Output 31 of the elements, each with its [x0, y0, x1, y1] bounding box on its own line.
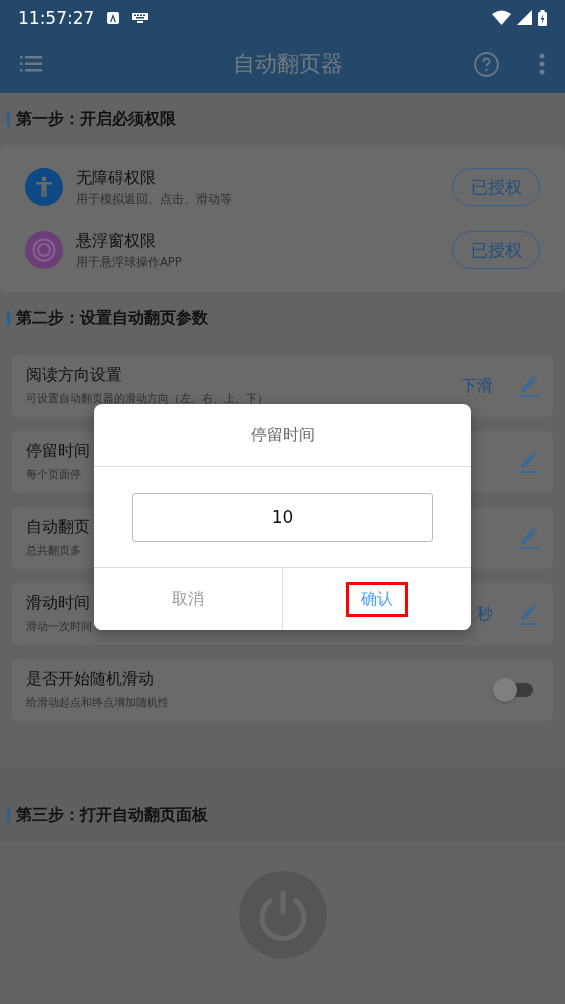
setting-title: 滑动时间	[26, 593, 90, 614]
edit-icon[interactable]	[519, 602, 539, 626]
input-field[interactable]: 10	[132, 492, 433, 542]
confirm-button[interactable]: 确认	[282, 568, 471, 630]
more-icon[interactable]	[539, 53, 545, 75]
dialog-title: 停留时间	[94, 404, 471, 467]
keyboard-icon	[132, 12, 149, 23]
edit-icon[interactable]	[519, 450, 539, 474]
edit-icon[interactable]	[519, 374, 539, 398]
notification-icon	[106, 10, 121, 25]
app-title: 自动翻页器	[232, 50, 344, 78]
menu-icon[interactable]	[20, 56, 42, 72]
permission-title: 无障碍权限	[76, 167, 157, 189]
setting-value: 下滑	[461, 375, 493, 397]
setting-title: 阅读方向设置	[26, 365, 122, 386]
section-title: 第三步：打开自动翻页面板	[16, 805, 208, 826]
setting-value: 秒	[477, 603, 493, 625]
section-title: 第二步：设置自动翻页参数	[16, 307, 208, 329]
help-icon[interactable]	[474, 51, 499, 77]
setting-title: 自动翻页	[26, 517, 90, 538]
permission-title: 悬浮窗权限	[76, 230, 157, 252]
status-time: 11:57:27	[18, 7, 95, 28]
battery-icon	[538, 9, 547, 26]
toggle-switch[interactable]	[493, 678, 533, 702]
cancel-button[interactable]: 取消	[94, 568, 282, 630]
wifi-icon	[492, 10, 511, 25]
signal-icon	[517, 10, 532, 25]
edit-icon[interactable]	[519, 526, 539, 550]
section-title: 第一步：开启必须权限	[16, 108, 176, 130]
setting-title: 是否开始随机滑动	[26, 669, 154, 690]
setting-title: 停留时间	[26, 441, 90, 462]
